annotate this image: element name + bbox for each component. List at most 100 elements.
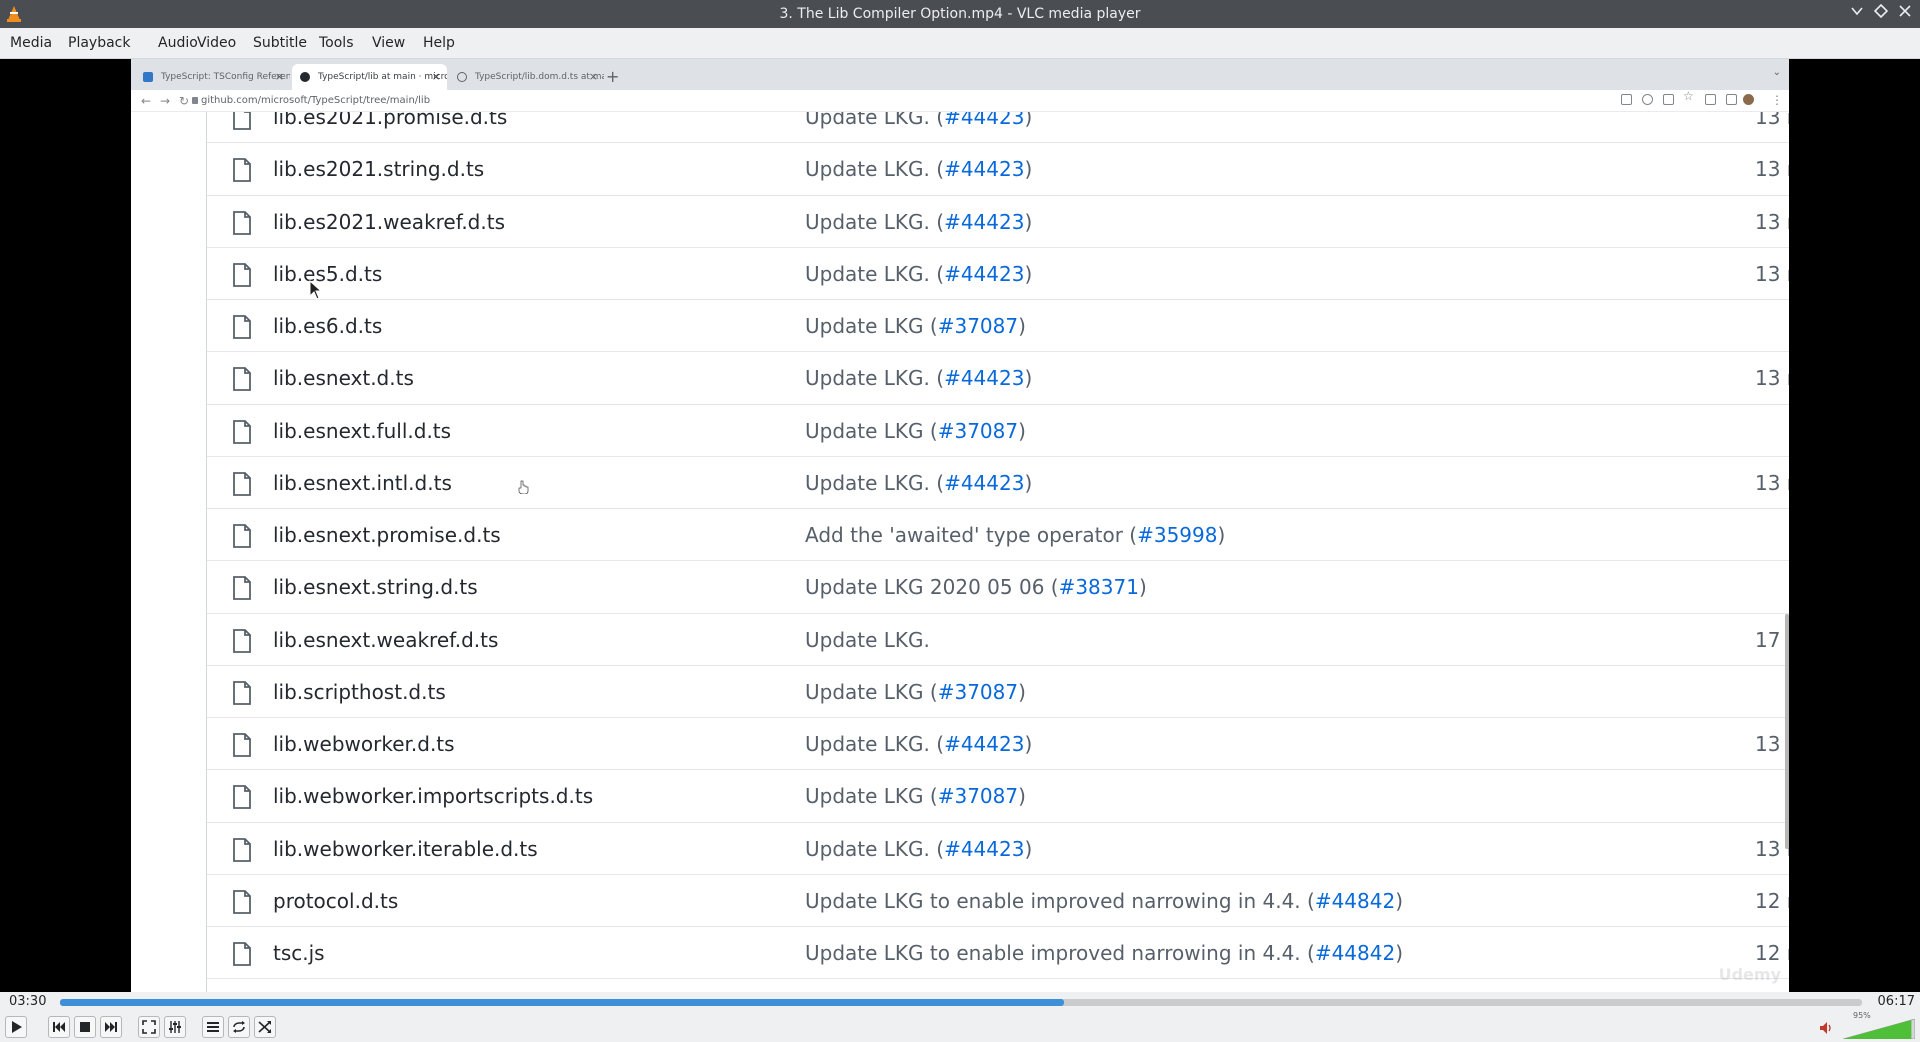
commit-message[interactable]: Update LKG (#37087) (805, 405, 1026, 457)
commit-message[interactable]: Update LKG. (#44423) (805, 196, 1032, 248)
speaker-icon[interactable] (1818, 1020, 1834, 1036)
menu-help[interactable]: Help (417, 28, 461, 59)
file-row: lib.webworker.iterable.d.ts Update LKG. (… (207, 821, 1789, 875)
commit-message[interactable]: Update LKG to enable improved narrowing … (805, 927, 1403, 979)
file-name-link[interactable]: tsserver.js (273, 979, 375, 992)
commit-message[interactable]: Update LKG. (#44423) (805, 823, 1032, 875)
video-area[interactable]: TypeScript: TSConfig Referen × TypeScrip… (0, 59, 1920, 992)
commit-message[interactable]: Update LKG. (#44423) (805, 718, 1032, 770)
file-name-link[interactable]: tsc.js (273, 927, 325, 979)
file-name-link[interactable]: lib.es2021.weakref.d.ts (273, 196, 505, 248)
pull-request-link[interactable]: #44423 (944, 837, 1024, 861)
github-favicon-icon (300, 72, 310, 82)
file-name-link[interactable]: lib.webworker.d.ts (273, 718, 455, 770)
file-name-link[interactable]: lib.esnext.weakref.d.ts (273, 614, 498, 666)
pull-request-link[interactable]: #38371 (1059, 575, 1139, 599)
file-icon (233, 524, 251, 548)
commit-message-text: Update LKG ( (805, 784, 938, 809)
playback-controls: 03:30 06:17 95% (0, 992, 1920, 1042)
diamond-icon (1873, 3, 1889, 19)
menu-video[interactable]: Video (191, 28, 242, 59)
pull-request-link[interactable]: #37087 (938, 314, 1018, 338)
loop-button[interactable] (228, 1016, 250, 1038)
commit-age: 13 r (1755, 366, 1789, 391)
file-name-link[interactable]: lib.webworker.importscripts.d.ts (273, 770, 593, 822)
shuffle-button[interactable] (254, 1016, 276, 1038)
commit-message[interactable]: Update LKG to enable improved narrowing … (805, 979, 1403, 992)
file-name-link[interactable]: lib.esnext.promise.d.ts (273, 509, 501, 561)
file-name-link[interactable]: lib.esnext.intl.d.ts (273, 457, 452, 509)
commit-message[interactable]: Update LKG. (#44423) (805, 248, 1032, 300)
seek-slider[interactable] (60, 999, 1862, 1006)
menu-subtitle[interactable]: Subtitle (247, 28, 313, 59)
pull-request-link[interactable]: #37087 (938, 419, 1018, 443)
file-icon (233, 315, 251, 339)
pull-request-link[interactable]: #35998 (1137, 523, 1217, 547)
file-name-link[interactable]: lib.es2021.promise.d.ts (273, 112, 507, 143)
total-time[interactable]: 06:17 (1878, 993, 1915, 1011)
file-name-link[interactable]: lib.esnext.full.d.ts (273, 405, 451, 457)
fullscreen-button[interactable] (138, 1016, 160, 1038)
commit-message[interactable]: Update LKG. (#44423) (805, 457, 1032, 509)
commit-message[interactable]: Update LKG. (805, 614, 930, 666)
pull-request-link[interactable]: #44842 (1315, 889, 1395, 913)
menu-bar: Media Playback Audio Video Subtitle Tool… (0, 28, 1920, 59)
volume-slider[interactable] (1843, 1019, 1915, 1039)
file-name-link[interactable]: lib.esnext.d.ts (273, 352, 414, 404)
menu-view[interactable]: View (366, 28, 411, 59)
browser-tab-label: TypeScript/lib.dom.d.ts at mai (475, 72, 604, 82)
pull-request-link[interactable]: #44423 (944, 157, 1024, 181)
pull-request-link[interactable]: #44842 (1315, 941, 1395, 965)
next-button[interactable] (100, 1016, 122, 1038)
commit-message[interactable]: Update LKG (#37087) (805, 770, 1026, 822)
file-name-link[interactable]: lib.esnext.string.d.ts (273, 561, 478, 613)
stop-button[interactable] (74, 1016, 96, 1038)
pull-request-link[interactable]: #44423 (944, 210, 1024, 234)
previous-button[interactable] (48, 1016, 70, 1038)
menu-media[interactable]: Media (4, 28, 58, 59)
pull-request-link[interactable]: #37087 (938, 680, 1018, 704)
file-name-link[interactable]: lib.es2021.string.d.ts (273, 143, 484, 195)
file-icon (233, 471, 251, 496)
menu-tools[interactable]: Tools (313, 28, 360, 59)
commit-message[interactable]: Update LKG (#37087) (805, 666, 1026, 718)
file-name-link[interactable]: lib.scripthost.d.ts (273, 666, 446, 718)
file-name-link[interactable]: protocol.d.ts (273, 875, 398, 927)
avatar (1743, 94, 1754, 105)
commit-message-text: Update LKG. ( (805, 112, 945, 129)
commit-message[interactable]: Update LKG 2020 05 06 (#38371) (805, 561, 1147, 613)
star-icon: ☆ (1683, 89, 1694, 103)
playlist-button[interactable] (202, 1016, 224, 1038)
pull-request-link[interactable]: #44423 (944, 732, 1024, 756)
file-row: lib.esnext.promise.d.ts Add the 'awaited'… (207, 508, 1789, 560)
file-name-link[interactable]: lib.webworker.iterable.d.ts (273, 823, 538, 875)
close-button[interactable] (1895, 4, 1915, 24)
commit-message-text: Update LKG. ( (805, 836, 945, 861)
commit-message[interactable]: Add the 'awaited' type operator (#35998) (805, 509, 1225, 561)
maximize-button[interactable] (1871, 3, 1891, 24)
extended-settings-button[interactable] (164, 1016, 186, 1038)
pull-request-link[interactable]: #44423 (944, 366, 1024, 390)
file-name-link[interactable]: lib.es5.d.ts (273, 248, 382, 300)
pull-request-link[interactable]: #44423 (944, 112, 1024, 129)
pull-request-link[interactable]: #44423 (944, 262, 1024, 286)
commit-age: 13 r (1755, 470, 1789, 495)
commit-message[interactable]: Update LKG to enable improved narrowing … (805, 875, 1403, 927)
pull-request-link[interactable]: #44423 (944, 471, 1024, 495)
close-icon: × (274, 70, 284, 83)
file-row: tsc.js Update LKG to enable improved narr… (207, 926, 1789, 978)
commit-message[interactable]: Update LKG. (#44423) (805, 352, 1032, 404)
play-button[interactable] (5, 1016, 27, 1038)
commit-message[interactable]: Update LKG. (#44423) (805, 112, 1032, 143)
extensions-puzzle-icon (1705, 94, 1716, 105)
file-name-link[interactable]: lib.es6.d.ts (273, 300, 382, 352)
elapsed-time: 03:30 (9, 994, 47, 1009)
skip-back-icon (53, 1022, 65, 1032)
commit-message-end: ) (1024, 261, 1033, 286)
commit-message-end: ) (1024, 836, 1033, 861)
menu-playback[interactable]: Playback (62, 28, 136, 59)
commit-message[interactable]: Update LKG. (#44423) (805, 143, 1032, 195)
commit-message[interactable]: Update LKG (#37087) (805, 300, 1026, 352)
pull-request-link[interactable]: #37087 (938, 784, 1018, 808)
minimize-button[interactable] (1847, 4, 1867, 24)
